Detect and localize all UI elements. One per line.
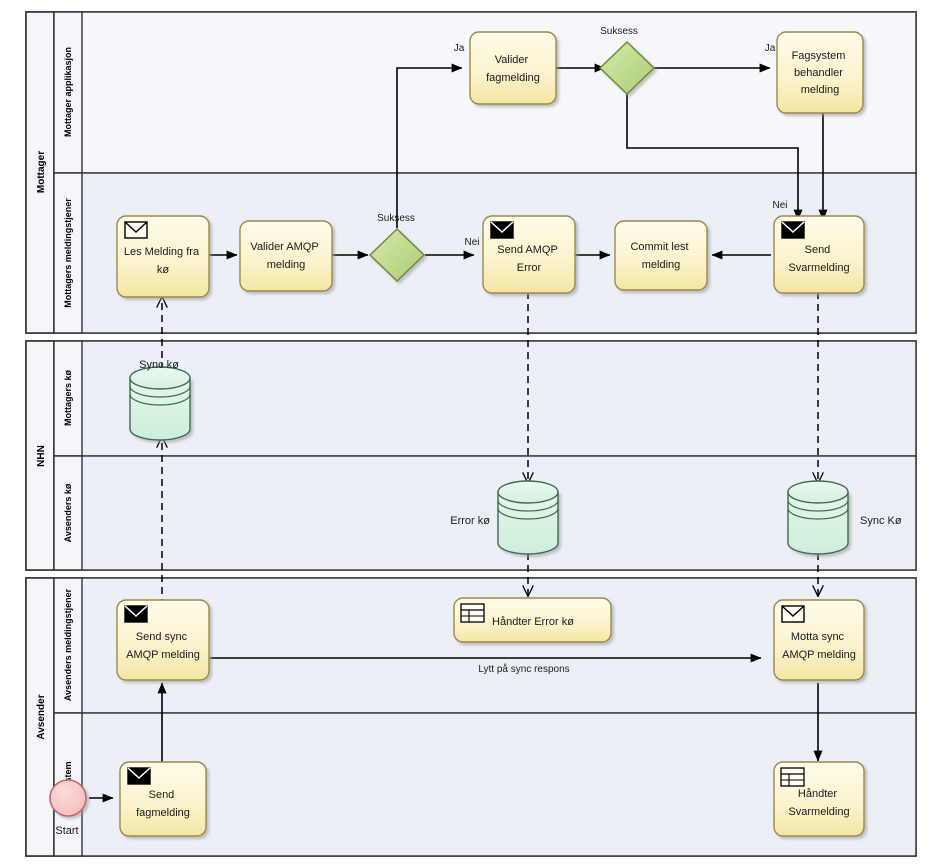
- gateway-label-suksess-amqp: Suksess: [377, 213, 415, 224]
- data-store-label-sync-ko-mottager: Sync kø: [139, 359, 179, 371]
- lane-label-avsenders-ko: Avsenders kø: [63, 483, 73, 542]
- task-motta-sync-amqp-melding[interactable]: Motta sync AMQP melding: [773, 599, 865, 681]
- send-message-icon: [127, 767, 151, 785]
- task-label-haandter-error-ko: Håndter Error kø: [492, 616, 574, 628]
- flow-label-ja-fagsystem-behandler: Ja: [765, 43, 776, 54]
- task-fagsystem-behandler-melding[interactable]: Fagsystem behandler melding: [776, 31, 864, 114]
- gateway-label-suksess-fagmelding: Suksess: [600, 26, 638, 37]
- pool-label-avsender: Avsender: [36, 694, 47, 739]
- flow-label-ja-valider-fagmelding: Ja: [454, 43, 465, 54]
- flow-label-nei-send-amqp-error: Nei: [464, 237, 479, 248]
- task-valider-fagmelding[interactable]: Valider fagmelding: [469, 31, 557, 105]
- task-commit-lest-melding[interactable]: Commit lest melding: [614, 220, 708, 291]
- task-les-melding-fra-ko[interactable]: Les Melding fra kø: [116, 215, 210, 298]
- data-store-label-error-ko: Error kø: [450, 515, 490, 527]
- lane-label-avsenders-meldingstjener: Avsenders meldingstjener: [63, 588, 73, 701]
- lane-avsenders-ko: Avsenders kø: [53, 455, 917, 571]
- send-message-icon: [124, 605, 148, 623]
- task-haandter-error-ko[interactable]: Håndter Error kø: [453, 597, 612, 643]
- bpmn-diagram-canvas: Mottager Mottager applikasjon Mottagers …: [0, 0, 940, 868]
- lane-label-mottager-applikasjon: Mottager applikasjon: [63, 47, 73, 137]
- lane-label-mottagers-ko: Mottagers kø: [63, 369, 73, 426]
- lane-label-mottagers-meldingstjener: Mottagers meldingstjener: [63, 198, 73, 308]
- flow-label-nei-send-svarmelding: Nei: [772, 200, 787, 211]
- task-send-amqp-error[interactable]: Send AMQP Error: [482, 215, 576, 294]
- task-valider-amqp-melding[interactable]: Valider AMQP melding: [239, 220, 333, 292]
- pool-label-nhn: NHN: [36, 445, 47, 467]
- business-rule-icon: [780, 767, 805, 787]
- start-event-label: Start: [55, 825, 78, 837]
- data-store-label-sync-ko-avsender: Sync Kø: [860, 515, 902, 527]
- receive-message-icon: [124, 221, 148, 239]
- pool-label-mottager: Mottager: [36, 151, 47, 193]
- flow-label-lytt-paa-sync-respons: Lytt på sync respons: [478, 663, 569, 675]
- bpmn-svg-root: Mottager Mottager applikasjon Mottagers …: [25, 11, 917, 857]
- task-send-svarmelding[interactable]: Send Svarmelding: [773, 215, 865, 294]
- receive-message-icon: [781, 605, 805, 623]
- send-message-icon: [781, 221, 805, 239]
- business-rule-icon: [460, 603, 485, 623]
- send-message-icon: [490, 221, 514, 239]
- task-send-fagmelding[interactable]: Send fagmelding: [119, 761, 207, 837]
- task-send-sync-amqp-melding[interactable]: Send sync AMQP melding: [116, 599, 210, 681]
- data-store-sync-ko-mottager[interactable]: Sync kø: [129, 359, 191, 441]
- task-haandter-svarmelding[interactable]: Håndter Svarmelding: [773, 761, 865, 837]
